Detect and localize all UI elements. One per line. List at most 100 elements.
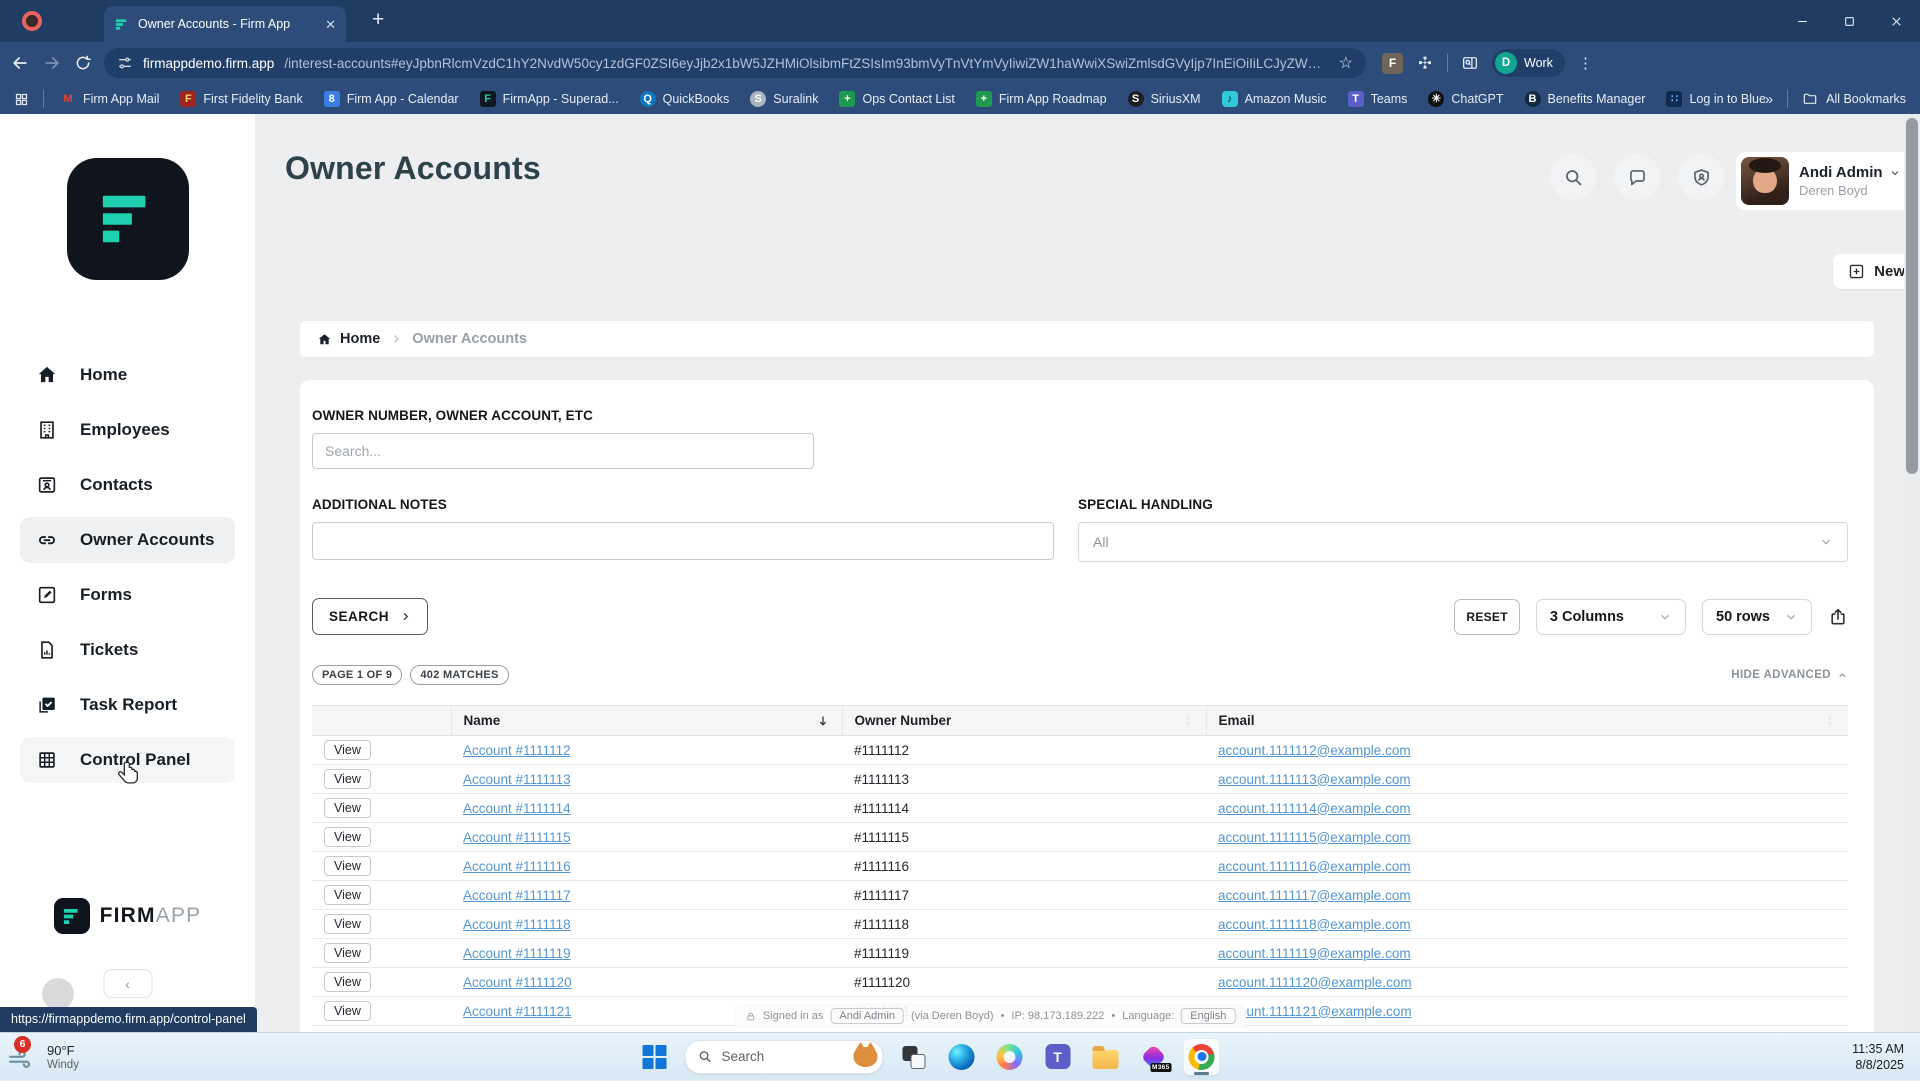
breadcrumb-home-link[interactable]: Home (317, 331, 380, 347)
bookmark-item[interactable]: Q QuickBooks (640, 91, 730, 107)
reload-button[interactable] (74, 54, 92, 72)
view-button[interactable]: View (324, 914, 371, 934)
taskbar-clock[interactable]: 11:35 AM 8/8/2025 (1852, 1041, 1920, 1073)
email-link[interactable]: account.1111120@example.com (1218, 975, 1412, 990)
sidebar-item-task-report[interactable]: Task Report (20, 682, 235, 728)
page-scrollbar[interactable] (1904, 114, 1920, 1032)
global-search-button[interactable] (1550, 154, 1596, 200)
bookmark-item[interactable]: ✳ ChatGPT (1428, 91, 1503, 107)
account-link[interactable]: Account #1111119 (463, 946, 571, 961)
window-minimize-button[interactable] (1779, 0, 1826, 42)
bookmark-item[interactable]: F FirmApp - Superad... (480, 91, 619, 107)
columns-select[interactable]: 3 Columns (1536, 599, 1686, 635)
bookmark-item[interactable]: ∷ Log in to Blue Access (1666, 91, 1764, 107)
account-link[interactable]: Account #1111113 (463, 772, 571, 787)
bookmark-item[interactable]: S Suralink (750, 91, 818, 107)
messages-button[interactable] (1614, 154, 1660, 200)
bookmark-item[interactable]: T Teams (1348, 91, 1408, 107)
extensions-puzzle-icon[interactable] (1416, 54, 1434, 72)
scrollbar-thumb[interactable] (1906, 118, 1918, 474)
copilot-app-button[interactable] (992, 1039, 1028, 1075)
user-menu[interactable]: Andi Admin Deren Boyd (1736, 152, 1920, 210)
apps-grid-icon[interactable] (14, 92, 29, 107)
admin-shield-button[interactable] (1678, 154, 1724, 200)
bookmark-star-icon[interactable]: ☆ (1339, 53, 1353, 73)
sidebar-item-tickets[interactable]: Tickets (20, 627, 235, 673)
task-view-button[interactable] (896, 1039, 932, 1075)
start-button[interactable] (637, 1039, 673, 1075)
sidebar-item-home[interactable]: Home (20, 352, 235, 398)
file-explorer-button[interactable] (1088, 1039, 1124, 1075)
email-column-header[interactable]: Email (1206, 706, 1848, 736)
account-link[interactable]: Account #1111115 (463, 830, 571, 845)
bookmark-item[interactable]: S SiriusXM (1128, 91, 1201, 107)
browser-tab[interactable]: Owner Accounts - Firm App ✕ (104, 6, 346, 42)
sidebar-item-forms[interactable]: Forms (20, 572, 235, 618)
view-button[interactable]: View (324, 972, 371, 992)
new-tab-button[interactable]: + (372, 8, 384, 32)
browser-menu-icon[interactable]: ⋮ (1578, 54, 1593, 72)
forward-button[interactable] (42, 53, 62, 73)
window-close-button[interactable] (1873, 0, 1920, 42)
email-link[interactable]: account.1111118@example.com (1218, 917, 1411, 932)
hide-advanced-toggle[interactable]: HIDE ADVANCED (1731, 669, 1848, 681)
additional-notes-input[interactable] (312, 522, 1054, 560)
bookmark-item[interactable]: B Benefits Manager (1525, 91, 1646, 107)
email-link[interactable]: account.1111116@example.com (1218, 859, 1411, 874)
email-link[interactable]: account.1111113@example.com (1218, 772, 1411, 787)
account-link[interactable]: Account #1111120 (463, 975, 572, 990)
view-button[interactable]: View (324, 856, 371, 876)
sort-desc-icon[interactable] (816, 714, 830, 728)
sidebar-item-control-panel[interactable]: Control Panel (20, 737, 235, 783)
account-link[interactable]: Account #1111114 (463, 801, 571, 816)
sidebar-collapse-button[interactable]: ‹ (103, 969, 152, 998)
export-button[interactable] (1828, 607, 1848, 627)
teams-app-button[interactable]: T (1040, 1039, 1076, 1075)
view-button[interactable]: View (324, 885, 371, 905)
email-link[interactable]: account.1111121@example.com (1218, 1004, 1412, 1019)
session-user-token[interactable]: Andi Admin (830, 1008, 904, 1024)
address-bar[interactable]: firmappdemo.firm.app /interest-accounts#… (104, 48, 1366, 78)
search-button[interactable]: SEARCH (312, 598, 428, 635)
email-link[interactable]: account.1111119@example.com (1218, 946, 1411, 961)
sidebar-item-owner-accounts[interactable]: Owner Accounts (20, 517, 235, 563)
rows-per-page-select[interactable]: 50 rows (1702, 599, 1812, 635)
view-button[interactable]: View (324, 943, 371, 963)
site-info-icon[interactable] (117, 55, 133, 71)
bookmark-item[interactable]: + Firm App Roadmap (976, 91, 1107, 107)
account-link[interactable]: Account #1111118 (463, 917, 571, 932)
all-bookmarks-button[interactable]: All Bookmarks (1802, 91, 1906, 107)
view-button[interactable]: View (324, 769, 371, 789)
account-link[interactable]: Account #1111116 (463, 859, 571, 874)
bookmark-item[interactable]: 8 Firm App - Calendar (324, 91, 459, 107)
view-button[interactable]: View (324, 740, 371, 760)
account-link[interactable]: Account #1111121 (463, 1004, 572, 1019)
taskbar-search[interactable]: Search (685, 1040, 884, 1074)
owner-number-column-header[interactable]: Owner Number (842, 706, 1206, 736)
keyword-search-input[interactable] (312, 433, 814, 469)
extension-f-icon[interactable]: F (1382, 53, 1403, 74)
chat-widget-button[interactable] (42, 978, 74, 1010)
tab-close-icon[interactable]: ✕ (325, 18, 336, 31)
chrome-app-button[interactable] (1184, 1039, 1220, 1075)
bookmarks-overflow-icon[interactable]: » (1765, 91, 1773, 108)
view-button[interactable]: View (324, 827, 371, 847)
bookmark-item[interactable]: M Firm App Mail (60, 91, 159, 107)
reset-button[interactable]: RESET (1454, 599, 1520, 635)
account-link[interactable]: Account #1111117 (463, 888, 571, 903)
sort-icon[interactable] (1824, 715, 1836, 727)
email-link[interactable]: account.1111112@example.com (1218, 743, 1411, 758)
back-button[interactable] (10, 53, 30, 73)
account-link[interactable]: Account #1111112 (463, 743, 571, 758)
sidebar-item-employees[interactable]: Employees (20, 407, 235, 453)
view-button[interactable]: View (324, 1001, 371, 1021)
email-link[interactable]: account.1111114@example.com (1218, 801, 1411, 816)
taskbar-weather-widget[interactable]: 6 90°F Windy (0, 1043, 228, 1071)
browser-profile-button[interactable]: D Work (1492, 49, 1565, 77)
sidebar-item-contacts[interactable]: Contacts (20, 462, 235, 508)
session-language-token[interactable]: English (1181, 1008, 1235, 1024)
bookmark-item[interactable]: F First Fidelity Bank (180, 91, 302, 107)
bookmark-item[interactable]: + Ops Contact List (839, 91, 954, 107)
email-link[interactable]: account.1111115@example.com (1218, 830, 1411, 845)
window-maximize-button[interactable] (1826, 0, 1873, 42)
